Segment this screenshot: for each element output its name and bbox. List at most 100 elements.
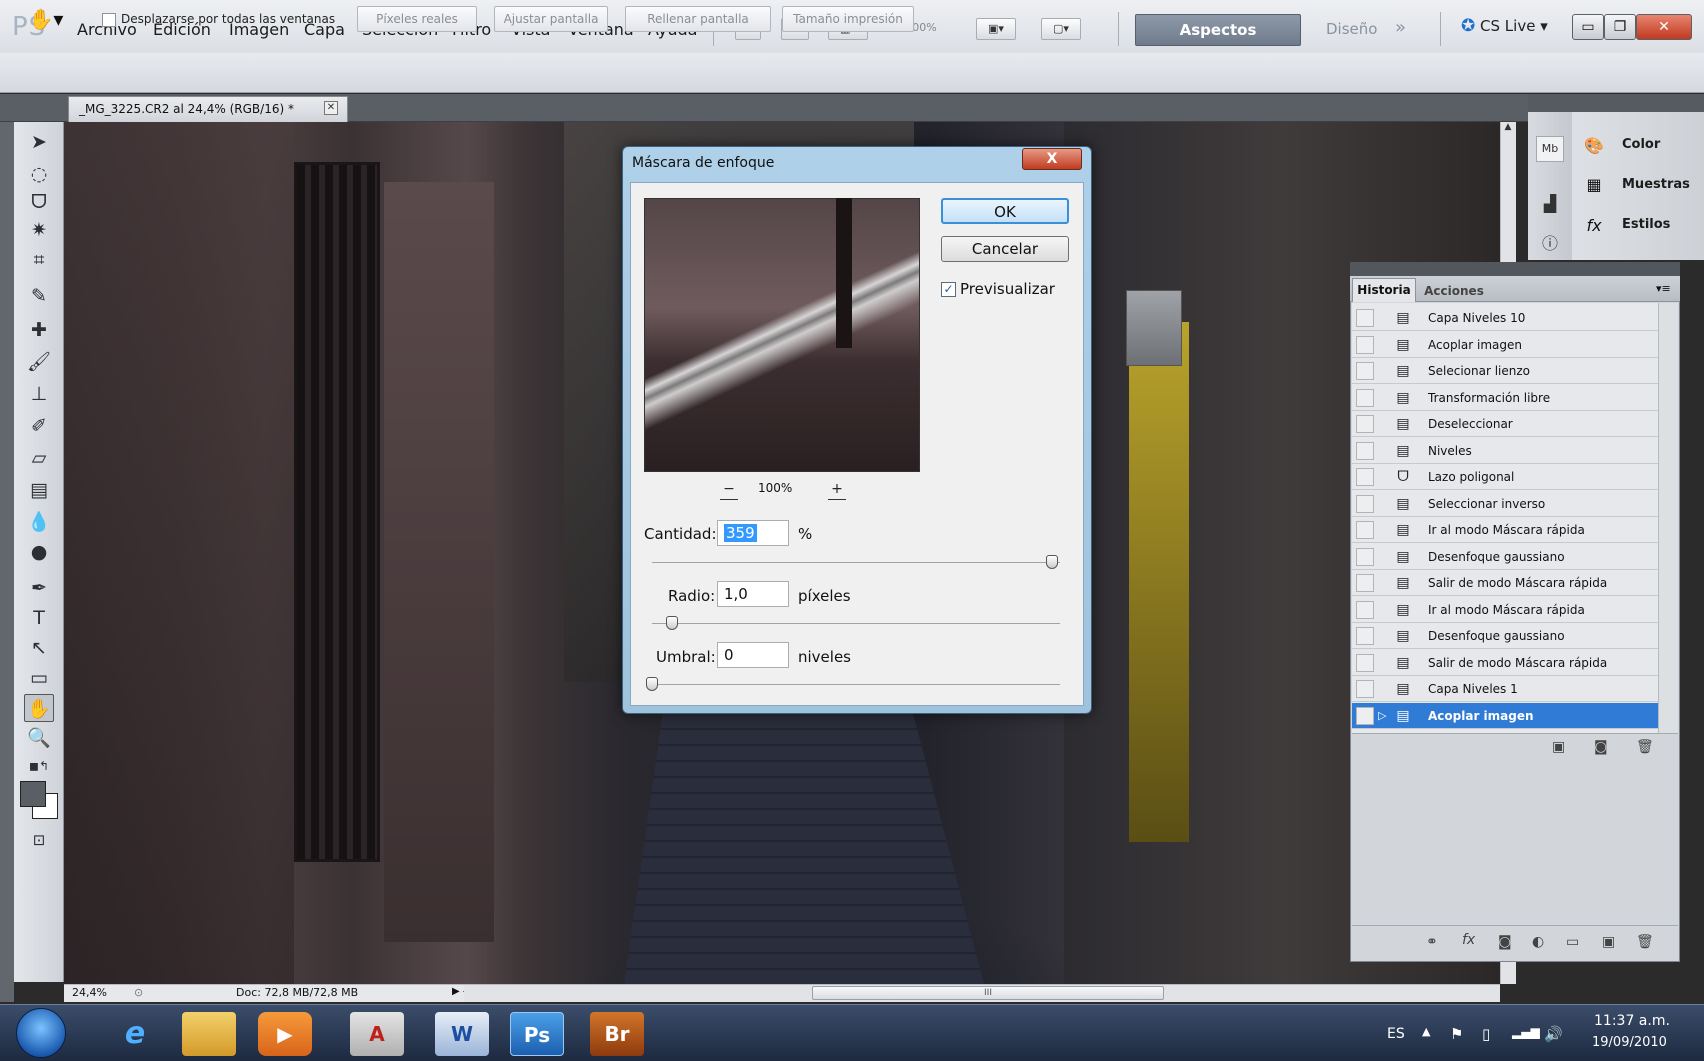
amount-slider-track[interactable]	[652, 562, 1060, 563]
language-indicator[interactable]: ES	[1387, 1026, 1405, 1042]
tray-expand-icon[interactable]: ▲	[1422, 1025, 1430, 1038]
document-tab[interactable]: _MG_3225.CR2 al 24,4% (RGB/16) *	[68, 96, 348, 122]
hand-tool-icon[interactable]: ✋	[24, 694, 54, 722]
history-state-row[interactable]: ▤ Capa Niveles 10	[1352, 305, 1658, 331]
radius-input[interactable]: 1,0	[717, 581, 789, 607]
threshold-slider-thumb[interactable]	[646, 677, 658, 691]
history-state-row[interactable]: ▤ Seleccionar inverso	[1352, 491, 1658, 517]
shape-tool-icon[interactable]: ▭	[24, 664, 54, 692]
history-state-row[interactable]: ▤ Desenfoque gaussiano	[1352, 623, 1658, 649]
type-tool-icon[interactable]: T	[24, 604, 54, 632]
clone-stamp-tool-icon[interactable]: ⊥	[24, 380, 54, 408]
workspace-essentials-button[interactable]: Aspectos esenciales	[1135, 14, 1301, 69]
history-state-row[interactable]: ▤ Deseleccionar	[1352, 411, 1658, 437]
start-button[interactable]	[16, 1008, 66, 1058]
filter-preview-image[interactable]	[644, 198, 920, 472]
history-state-row[interactable]: ▤ Ir al modo Máscara rápida	[1352, 597, 1658, 623]
delete-state-icon[interactable]: 🗑	[1636, 739, 1654, 755]
ok-button[interactable]: OK	[941, 198, 1069, 224]
history-state-row[interactable]: ▤ Acoplar imagen ▷	[1352, 702, 1658, 729]
history-state-row[interactable]: ▤ Desenfoque gaussiano	[1352, 544, 1658, 570]
foreground-color-swatch[interactable]	[20, 781, 46, 807]
horizontal-scroll-thumb[interactable]: III	[812, 986, 1164, 1000]
history-state-row[interactable]: ▤ Transformación libre	[1352, 385, 1658, 411]
threshold-input[interactable]: 0	[717, 642, 789, 668]
history-source-checkbox[interactable]	[1356, 521, 1374, 539]
layer-style-icon[interactable]: fx	[1462, 932, 1475, 948]
media-player-icon[interactable]: ▶	[258, 1012, 312, 1056]
amount-input[interactable]: 359	[717, 520, 789, 546]
word-icon[interactable]: W	[435, 1012, 489, 1056]
history-source-checkbox[interactable]	[1356, 627, 1374, 645]
dock-styles-label[interactable]: Estilos	[1622, 217, 1670, 232]
layer-mask-icon[interactable]: ◙	[1498, 934, 1512, 950]
cs-live-menu[interactable]: ✪ CS Live ▾	[1461, 16, 1548, 36]
tab-acciones[interactable]: Acciones	[1418, 280, 1490, 302]
history-source-checkbox[interactable]	[1356, 574, 1374, 592]
history-source-checkbox[interactable]	[1356, 547, 1374, 566]
preview-zoom-out-button[interactable]: −	[720, 480, 738, 500]
history-state-row[interactable]: ▤ Selecionar lienzo	[1352, 358, 1658, 384]
zoom-tool-icon[interactable]: 🔍	[24, 724, 54, 752]
history-scrollbar[interactable]	[1658, 303, 1678, 733]
eraser-tool-icon[interactable]: ▱	[24, 444, 54, 472]
minibridge-panel-icon[interactable]: Mb	[1536, 136, 1564, 162]
history-state-row[interactable]: ▤ Salir de modo Máscara rápida	[1352, 570, 1658, 596]
history-panel-titlebar[interactable]	[1350, 262, 1680, 276]
dialog-close-button[interactable]: X	[1022, 148, 1082, 170]
fit-screen-button[interactable]: Ajustar pantalla	[494, 6, 608, 32]
healing-brush-tool-icon[interactable]: ✚	[24, 316, 54, 344]
print-size-button[interactable]: Tamaño impresión	[782, 6, 914, 32]
new-document-from-state-icon[interactable]: ▣	[1552, 739, 1565, 755]
dodge-tool-icon[interactable]: ●	[24, 538, 54, 566]
history-source-checkbox[interactable]	[1356, 494, 1374, 513]
lasso-tool-icon[interactable]: ᗜ	[24, 188, 54, 216]
adjustment-layer-icon[interactable]: ◐	[1532, 934, 1544, 950]
hand-tool-preset-icon[interactable]: ✋▾	[26, 4, 66, 34]
actual-pixels-button[interactable]: Píxeles reales	[357, 6, 477, 32]
action-center-icon[interactable]: ⚑	[1450, 1025, 1463, 1043]
maximize-button[interactable]: ❐	[1604, 14, 1636, 40]
move-tool-icon[interactable]: ➤	[24, 128, 54, 156]
history-source-checkbox[interactable]	[1356, 335, 1374, 354]
threshold-slider-track[interactable]	[652, 684, 1060, 685]
gradient-tool-icon[interactable]: ▤	[24, 476, 54, 504]
eyedropper-tool-icon[interactable]: ✎	[24, 282, 54, 310]
close-window-button[interactable]: ✕	[1636, 14, 1692, 40]
quick-mask-icon[interactable]: ⊡	[24, 826, 54, 854]
marquee-tool-icon[interactable]: ◌	[24, 160, 54, 188]
scroll-up-icon[interactable]: ▲	[1500, 122, 1516, 140]
history-source-checkbox[interactable]	[1356, 680, 1374, 698]
history-source-checkbox[interactable]	[1356, 600, 1374, 619]
delete-layer-icon[interactable]: 🗑	[1636, 934, 1654, 950]
minimize-button[interactable]: ▭	[1572, 14, 1604, 40]
panel-menu-icon[interactable]: ▾≡	[1656, 282, 1671, 295]
history-state-row[interactable]: ᗜ Lazo poligonal	[1352, 464, 1658, 490]
photoshop-task-icon[interactable]: Ps	[510, 1012, 564, 1056]
history-state-row[interactable]: ▤ Niveles	[1352, 438, 1658, 464]
zoom-status[interactable]: 24,4%	[72, 986, 107, 999]
quick-select-tool-icon[interactable]: ✷	[24, 216, 54, 244]
dock-color-label[interactable]: Color	[1622, 137, 1660, 152]
new-group-icon[interactable]: ▭	[1566, 934, 1579, 950]
bridge-task-icon[interactable]: Br	[590, 1012, 644, 1056]
screen-mode-icon[interactable]: ▢▾	[1041, 18, 1081, 40]
acrobat-icon[interactable]: A	[350, 1012, 404, 1056]
internet-explorer-icon[interactable]: e	[108, 1012, 162, 1056]
color-panel-icon[interactable]: 🎨	[1582, 136, 1606, 156]
tab-historia[interactable]: Historia	[1352, 278, 1416, 302]
history-source-checkbox[interactable]	[1356, 468, 1374, 486]
radius-slider-track[interactable]	[652, 623, 1060, 624]
preview-zoom-in-button[interactable]: +	[828, 480, 846, 500]
power-icon[interactable]: ▯	[1482, 1025, 1490, 1043]
history-source-checkbox[interactable]	[1356, 653, 1374, 672]
blur-tool-icon[interactable]: 💧	[24, 508, 54, 536]
workspace-design-button[interactable]: Diseño	[1326, 20, 1377, 38]
volume-icon[interactable]: 🔊	[1544, 1025, 1563, 1043]
history-source-checkbox[interactable]	[1356, 441, 1374, 460]
dock-swatches-label[interactable]: Muestras	[1622, 177, 1690, 192]
pen-tool-icon[interactable]: ✒	[24, 574, 54, 602]
close-tab-icon[interactable]: ✕	[324, 101, 338, 115]
file-explorer-icon[interactable]	[182, 1012, 236, 1056]
history-source-checkbox[interactable]	[1356, 388, 1374, 407]
